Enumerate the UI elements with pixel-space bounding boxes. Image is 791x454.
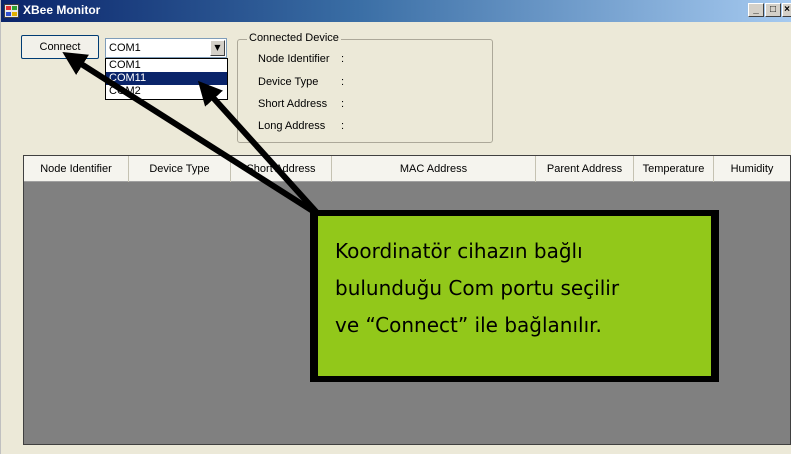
callout-text-line: Koordinatör cihazın bağlı	[335, 239, 583, 263]
callout-text-line: bulunduğu Com portu seçilir	[335, 276, 620, 300]
callout-text-line: ve “Connect” ile bağlanılır.	[335, 313, 602, 337]
annotation-callout-box: Koordinatör cihazın bağlı bulunduğu Com …	[310, 210, 719, 382]
arrow-to-connect-button	[62, 51, 321, 218]
annotation-callout-fill: Koordinatör cihazın bağlı bulunduğu Com …	[318, 216, 711, 376]
xbee-monitor-window: XBee Monitor _ □ × Connect COM1 ▼ COM1 C…	[0, 0, 791, 454]
